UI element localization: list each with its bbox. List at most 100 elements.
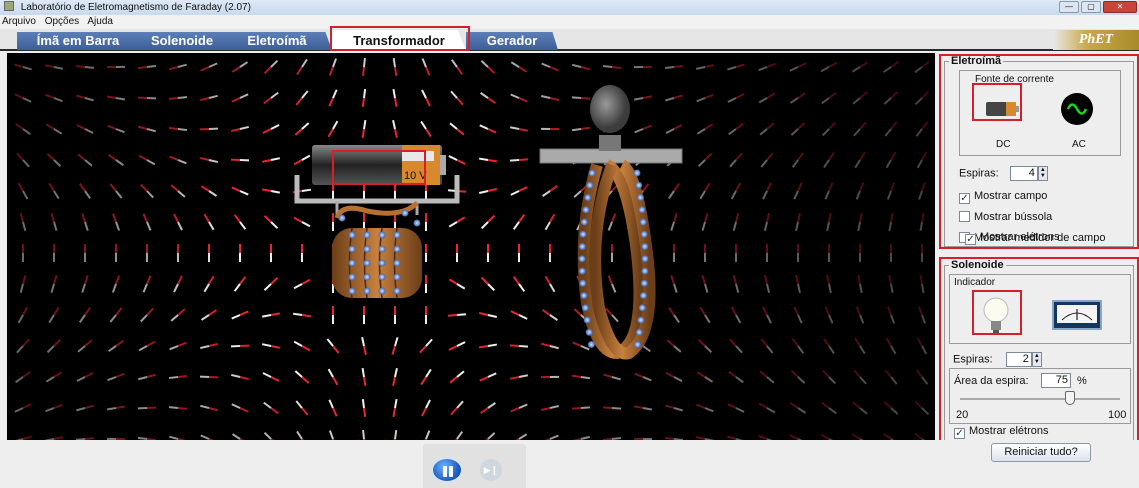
- compass-needle: [510, 61, 528, 73]
- reset-all-button[interactable]: Reiniciar tudo?: [991, 443, 1091, 462]
- ac-source-icon[interactable]: [1061, 93, 1093, 125]
- compass-needle: [855, 182, 865, 200]
- compass-needle: [200, 342, 218, 350]
- compass-needle: [328, 430, 335, 440]
- compass-needle: [231, 310, 249, 320]
- pause-button[interactable]: [431, 457, 463, 483]
- electron: [587, 341, 595, 348]
- compass-needle: [916, 337, 928, 355]
- compass-needle: [296, 430, 304, 440]
- compass-needle: [919, 274, 925, 294]
- loop-area-slider-thumb[interactable]: [1065, 391, 1076, 405]
- solenoid-loops-stepper[interactable]: ▲ ▼: [1031, 352, 1042, 367]
- compass-needle: [79, 183, 91, 199]
- compass-needle: [883, 401, 899, 415]
- compass-needle: [392, 57, 398, 77]
- loop-area-input[interactable]: 75: [1041, 373, 1071, 388]
- compass-needle: [19, 213, 27, 231]
- compass-needle: [572, 341, 590, 351]
- compass-needle: [140, 183, 154, 199]
- battery-slider[interactable]: [402, 151, 434, 161]
- compass-needle: [670, 275, 678, 293]
- tab-solenoide[interactable]: Solenoide: [128, 32, 236, 50]
- tab-eletroima[interactable]: Eletroímã: [222, 32, 332, 50]
- compass-needle: [762, 182, 772, 200]
- indicator-title: Indicador: [954, 277, 996, 288]
- show-compass-label: Mostrar bússola: [974, 211, 1053, 223]
- compass-needle: [262, 124, 280, 134]
- compass-needle: [77, 153, 93, 167]
- em-show-electrons-row[interactable]: ✓ Mostrar elétrons: [965, 231, 1059, 245]
- show-field-checkbox[interactable]: ✓: [959, 193, 970, 204]
- close-button[interactable]: ✕: [1103, 1, 1137, 13]
- compass-needle: [571, 374, 591, 380]
- compass-needle: [261, 188, 281, 194]
- compass-needle: [509, 344, 529, 348]
- electromagnet[interactable]: 10 V: [294, 145, 460, 299]
- show-compass-row[interactable]: Mostrar bússola: [959, 211, 1052, 223]
- bulb-indicator-icon[interactable]: [976, 293, 1016, 337]
- electron: [401, 209, 409, 217]
- compass-needle: [789, 62, 807, 72]
- electron: [393, 231, 401, 239]
- compass-needle: [602, 65, 622, 69]
- field-and-objects: 10 V: [14, 57, 930, 440]
- compass-needle: [200, 62, 218, 72]
- voltmeter-indicator-icon[interactable]: [1052, 300, 1102, 330]
- compass-needle: [392, 119, 398, 139]
- compass-needle: [327, 368, 339, 386]
- compass-needle: [263, 91, 279, 105]
- compass-needle: [919, 212, 925, 232]
- sol-show-electrons-row[interactable]: ✓ Mostrar elétrons: [954, 425, 1048, 439]
- loop-area-slider-track[interactable]: [960, 398, 1120, 400]
- compass-needle: [200, 94, 218, 102]
- tab-gerador[interactable]: Gerador: [466, 32, 558, 50]
- compass-needle: [480, 276, 496, 292]
- dc-battery-icon[interactable]: [982, 95, 1024, 123]
- compass-needle: [824, 182, 834, 200]
- indicator-group: Indicador: [949, 274, 1131, 344]
- window-title-bar: Laboratório de Eletromagnetismo de Farad…: [0, 0, 1139, 15]
- compass-needle: [541, 405, 559, 411]
- sol-show-electrons-checkbox[interactable]: ✓: [954, 428, 965, 439]
- menu-arquivo[interactable]: Arquivo: [2, 16, 36, 27]
- compass-needle: [137, 96, 157, 100]
- em-show-electrons-checkbox[interactable]: ✓: [965, 234, 976, 245]
- show-compass-checkbox[interactable]: [959, 211, 970, 222]
- compass-needle: [855, 306, 865, 324]
- compass-needle: [231, 186, 249, 196]
- compass-needle: [109, 183, 123, 199]
- compass-needle: [790, 370, 806, 384]
- compass-needle: [169, 341, 187, 351]
- compass-needle: [665, 371, 683, 383]
- compass-needle: [77, 339, 93, 353]
- electron: [635, 181, 643, 189]
- compass-needle: [886, 182, 896, 200]
- control-panel: Eletroímã Fonte de corrente DC AC Espira…: [938, 53, 1139, 446]
- compass-needle: [512, 276, 526, 292]
- simulation-canvas[interactable]: 10 V: [7, 53, 935, 440]
- electromagnet-loops-stepper[interactable]: ▲ ▼: [1037, 166, 1048, 181]
- menu-ajuda[interactable]: Ajuda: [87, 16, 113, 27]
- step-button[interactable]: ▶❙: [480, 459, 502, 481]
- compass-needle: [448, 278, 466, 290]
- compass-needle: [665, 123, 683, 135]
- compass-needle: [168, 126, 188, 132]
- show-field-row[interactable]: ✓ Mostrar campo: [959, 190, 1047, 204]
- maximize-button[interactable]: ▢: [1081, 1, 1101, 13]
- electromagnet-loops-spinner[interactable]: 4: [1009, 166, 1038, 181]
- compass-needle: [106, 405, 126, 411]
- minimize-button[interactable]: —: [1059, 1, 1079, 13]
- solenoid-loops-spinner[interactable]: 2: [1005, 352, 1032, 367]
- compass-needle: [732, 213, 740, 231]
- compass-needle: [199, 127, 219, 131]
- menu-opcoes[interactable]: Opções: [45, 16, 79, 27]
- tab-ima-em-barra[interactable]: Ímã em Barra: [17, 32, 139, 50]
- compass-needle: [76, 404, 94, 412]
- electron: [638, 206, 646, 214]
- compass-needle: [393, 429, 398, 440]
- compass-needle: [231, 61, 249, 73]
- compass-needle: [763, 213, 771, 231]
- compass-needle: [421, 58, 431, 76]
- tab-transformador[interactable]: Transformador: [332, 30, 466, 51]
